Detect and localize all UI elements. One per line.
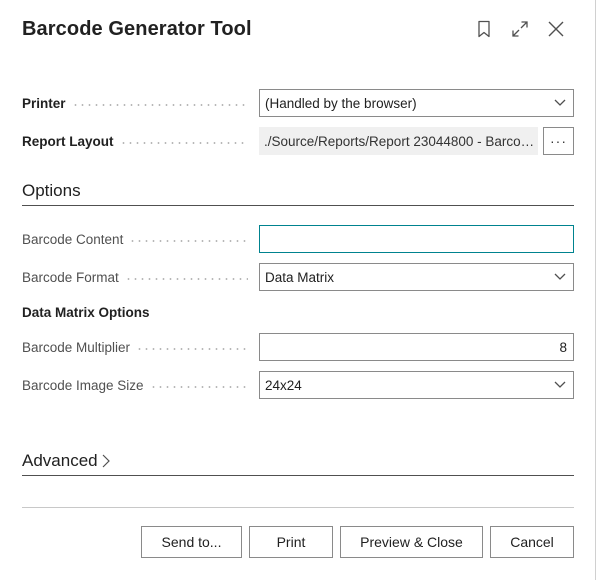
barcode-multiplier-row: Barcode Multiplier 8 (22, 333, 574, 361)
report-layout-value: ./Source/Reports/Report 23044800 - Barco… (264, 133, 538, 149)
barcode-image-size-value: 24x24 (265, 377, 302, 393)
print-button[interactable]: Print (249, 526, 333, 558)
cancel-button[interactable]: Cancel (490, 526, 574, 558)
chevron-down-icon (547, 372, 573, 398)
printer-value: (Handled by the browser) (265, 95, 417, 111)
report-layout-assist-button[interactable]: ··· (543, 127, 574, 155)
barcode-content-label: Barcode Content (22, 232, 258, 247)
barcode-image-size-select[interactable]: 24x24 (259, 371, 574, 399)
chevron-right-icon (102, 454, 110, 468)
barcode-format-select[interactable]: Data Matrix (259, 263, 574, 291)
report-layout-label: Report Layout (22, 134, 258, 149)
report-layout-row: Report Layout ./Source/Reports/Report 23… (22, 127, 574, 155)
barcode-multiplier-value: 8 (559, 339, 567, 355)
barcode-content-row: Barcode Content (22, 225, 574, 253)
footer-divider (22, 507, 574, 508)
barcode-multiplier-label: Barcode Multiplier (22, 340, 258, 355)
barcode-multiplier-input[interactable]: 8 (259, 333, 574, 361)
options-divider (22, 205, 574, 206)
printer-row: Printer (Handled by the browser) (22, 89, 574, 117)
chevron-down-icon (547, 90, 573, 116)
options-section-title[interactable]: Options (22, 181, 81, 201)
barcode-image-size-row: Barcode Image Size 24x24 (22, 371, 574, 399)
advanced-section-title: Advanced (22, 451, 98, 470)
title-actions (473, 18, 567, 40)
printer-label: Printer (22, 96, 258, 111)
bookmark-icon[interactable] (473, 18, 495, 40)
dialog-title: Barcode Generator Tool (22, 18, 252, 40)
barcode-format-row: Barcode Format Data Matrix (22, 263, 574, 291)
barcode-content-input[interactable] (259, 225, 574, 253)
report-request-dialog: Barcode Generator Tool Printer (Handled … (0, 0, 596, 580)
close-icon[interactable] (545, 18, 567, 40)
report-layout-field: ./Source/Reports/Report 23044800 - Barco… (259, 127, 538, 155)
advanced-divider (22, 475, 574, 476)
barcode-format-label: Barcode Format (22, 270, 258, 285)
printer-select[interactable]: (Handled by the browser) (259, 89, 574, 117)
barcode-image-size-label: Barcode Image Size (22, 378, 258, 393)
barcode-format-value: Data Matrix (265, 269, 335, 285)
expand-icon[interactable] (509, 18, 531, 40)
data-matrix-options-heading: Data Matrix Options (22, 305, 150, 320)
send-to-button[interactable]: Send to... (141, 526, 242, 558)
advanced-section-toggle[interactable]: Advanced (22, 451, 110, 471)
chevron-down-icon (547, 264, 573, 290)
preview-close-button[interactable]: Preview & Close (340, 526, 483, 558)
